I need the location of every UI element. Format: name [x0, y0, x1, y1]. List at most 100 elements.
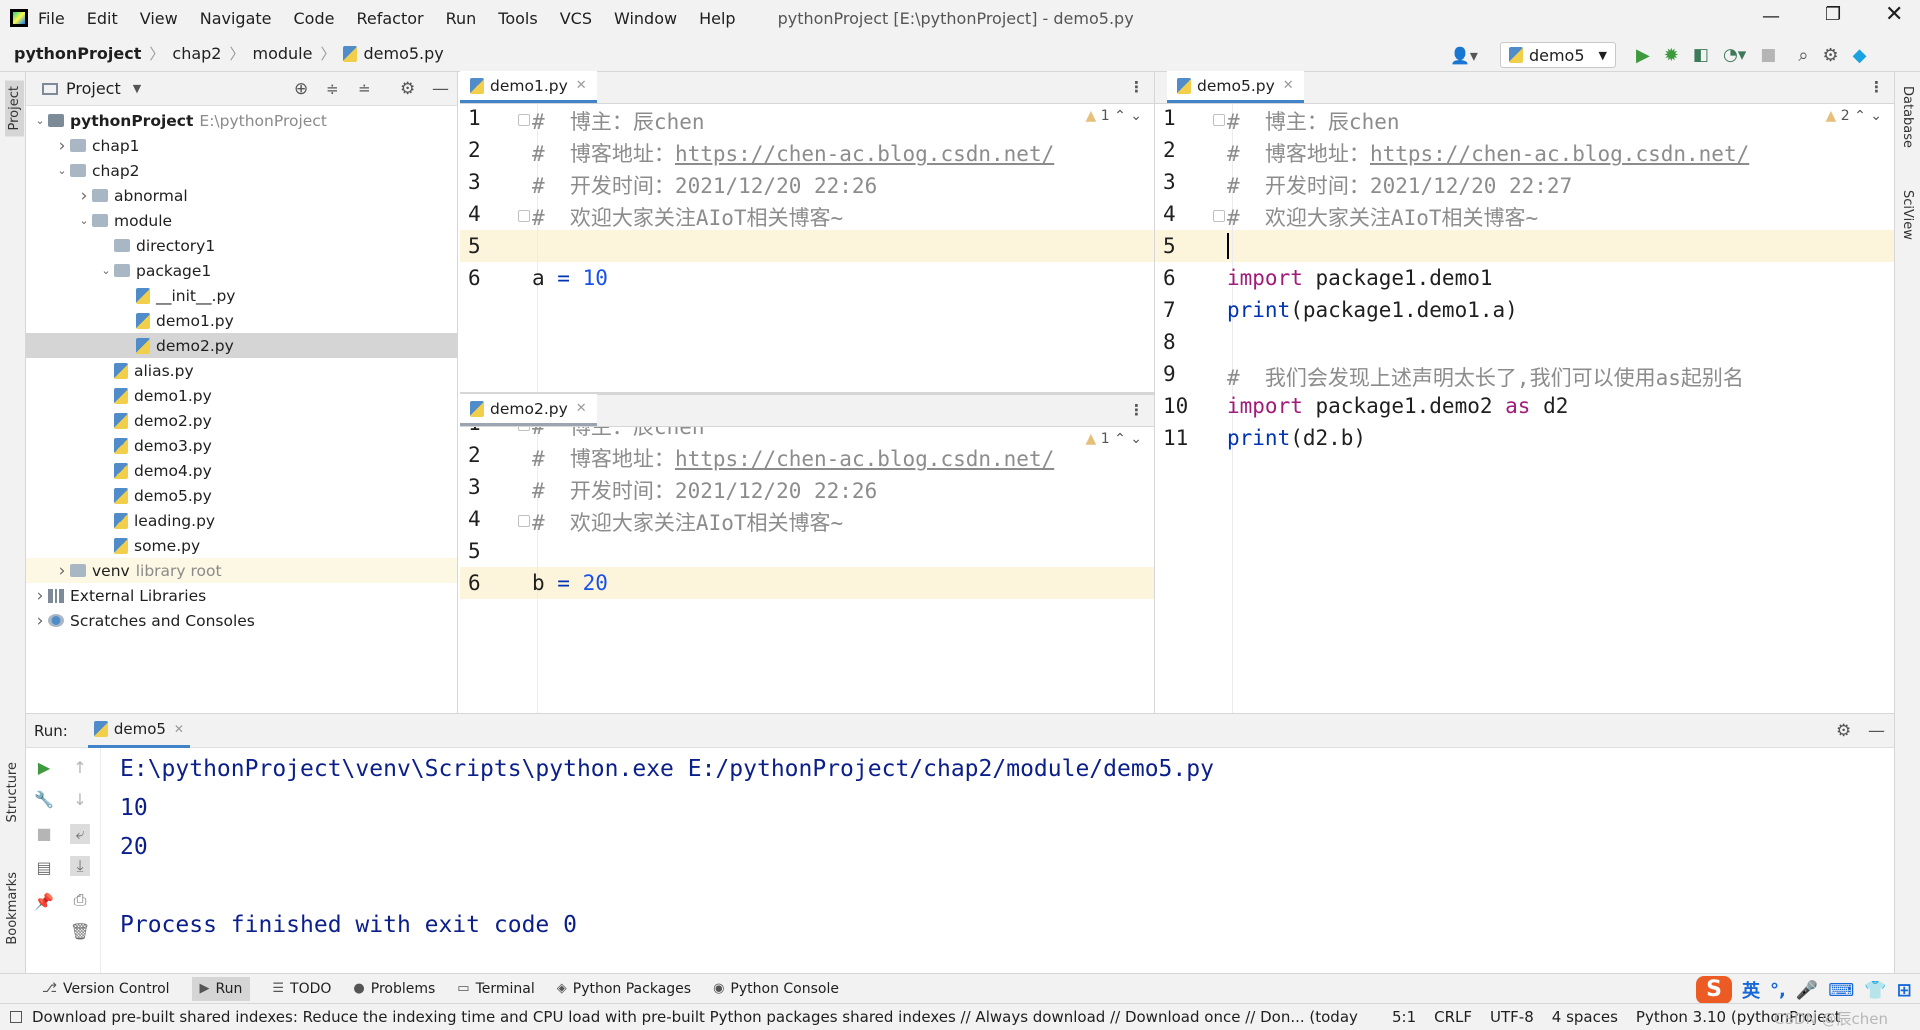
- user-icon[interactable]: 👤▾: [1450, 46, 1478, 65]
- menu-help[interactable]: Help: [699, 9, 735, 28]
- nav-arrows-icon[interactable]: ⌃ ⌄: [1110, 108, 1142, 124]
- chevron-down-icon[interactable]: ⌄: [32, 114, 48, 127]
- grid-icon[interactable]: ⊞: [1897, 980, 1912, 1001]
- line-separator[interactable]: CRLF: [1434, 1008, 1472, 1026]
- bottom-tab-terminal[interactable]: ▭ Terminal: [457, 981, 534, 997]
- code-area[interactable]: 1 # 博主：辰chen 2 # 博客地址：https://chen-ac.blog.…: [460, 427, 1154, 713]
- soft-wrap-icon[interactable]: ⤶: [70, 824, 90, 844]
- inspection-widget[interactable]: ▲ 1 ⌃ ⌄: [1085, 108, 1142, 124]
- caret-position[interactable]: 5:1: [1392, 1008, 1416, 1026]
- stripe-tab-sciview[interactable]: SciView: [1900, 190, 1915, 240]
- inspection-widget[interactable]: ▲ 2 ⌃ ⌄: [1825, 108, 1882, 124]
- tree-node[interactable]: › venv library root: [26, 558, 457, 583]
- tree-file[interactable]: __init__.py: [26, 283, 457, 308]
- profile-icon[interactable]: ◔▾: [1723, 45, 1746, 65]
- more-icon[interactable]: ⋮: [1129, 401, 1144, 419]
- tree-file[interactable]: demo1.py: [26, 383, 457, 408]
- tab-demo5[interactable]: demo5.py ✕: [1167, 71, 1304, 103]
- code-area[interactable]: 1 # 博主：辰chen 2 # 博客地址：https://chen-ac.blog.…: [1155, 104, 1894, 713]
- fold-marker-icon[interactable]: [518, 114, 530, 126]
- close-tab-icon[interactable]: ✕: [576, 78, 587, 93]
- run-tab-demo5[interactable]: demo5 ✕: [87, 714, 190, 748]
- indent-setting[interactable]: 4 spaces: [1552, 1008, 1618, 1026]
- gear-icon[interactable]: ⚙: [400, 79, 415, 99]
- inspection-widget[interactable]: ▲ 1 ⌃ ⌄: [1085, 431, 1142, 447]
- fold-marker-icon[interactable]: [518, 427, 530, 431]
- minimize-button[interactable]: —: [1762, 6, 1780, 27]
- tree-file[interactable]: leading.py: [26, 508, 457, 533]
- chevron-down-icon[interactable]: ▼: [133, 82, 141, 95]
- bottom-tab-python-packages[interactable]: ◈ Python Packages: [557, 981, 691, 997]
- menu-code[interactable]: Code: [294, 9, 335, 28]
- scroll-end-icon[interactable]: ⤓: [70, 856, 90, 876]
- ime-mode[interactable]: 英: [1742, 977, 1760, 1003]
- chevron-right-icon[interactable]: ›: [32, 611, 48, 631]
- update-icon[interactable]: ◆: [1853, 45, 1867, 66]
- fold-marker-icon[interactable]: [518, 210, 530, 222]
- tree-node[interactable]: ⌄ module: [26, 208, 457, 233]
- gear-icon[interactable]: ⚙: [1836, 721, 1851, 741]
- tree-file[interactable]: demo2.py: [26, 333, 457, 358]
- breadcrumb-project[interactable]: pythonProject: [14, 44, 141, 63]
- menu-vcs[interactable]: VCS: [560, 9, 592, 28]
- nav-arrows-icon[interactable]: ⌃ ⌄: [1850, 108, 1882, 124]
- tree-node[interactable]: ⌄ package1: [26, 258, 457, 283]
- tree-node[interactable]: ⌄ pythonProject E:\pythonProject: [26, 108, 457, 133]
- tree-node[interactable]: ⌄ chap2: [26, 158, 457, 183]
- project-view-label[interactable]: Project: [66, 79, 121, 98]
- tree-file[interactable]: some.py: [26, 533, 457, 558]
- chevron-right-icon[interactable]: ›: [54, 561, 70, 581]
- menu-edit[interactable]: Edit: [87, 9, 118, 28]
- chevron-down-icon[interactable]: ⌄: [98, 264, 114, 277]
- tab-demo1[interactable]: demo1.py ✕: [460, 71, 597, 103]
- keyboard-icon[interactable]: ⌨: [1828, 980, 1854, 1001]
- code-area[interactable]: 1 # 博主：辰chen 2 # 博客地址：https://chen-ac.blog.…: [460, 104, 1154, 392]
- collapse-all-icon[interactable]: ≐: [358, 80, 371, 98]
- tree-file[interactable]: demo2.py: [26, 408, 457, 433]
- tree-file[interactable]: demo3.py: [26, 433, 457, 458]
- tree-node[interactable]: › Scratches and Consoles: [26, 608, 457, 633]
- layout-icon[interactable]: ▤: [34, 858, 54, 878]
- more-icon[interactable]: ⋮: [1129, 78, 1144, 96]
- debug-icon[interactable]: ✹: [1664, 45, 1679, 66]
- arrow-down-icon[interactable]: ↓: [70, 790, 90, 810]
- bottom-tab-version-control[interactable]: ⎇ Version Control: [42, 981, 170, 997]
- fold-marker-icon[interactable]: [518, 515, 530, 527]
- print-icon[interactable]: ⎙: [70, 890, 90, 910]
- tree-node[interactable]: directory1: [26, 233, 457, 258]
- stripe-tab-structure[interactable]: Structure: [5, 762, 20, 822]
- skin-icon[interactable]: 👕: [1864, 980, 1886, 1001]
- menu-run[interactable]: Run: [446, 9, 477, 28]
- status-message[interactable]: Download pre-built shared indexes: Reduc…: [32, 1008, 1362, 1026]
- chevron-right-icon[interactable]: ›: [54, 136, 70, 156]
- more-icon[interactable]: ⋮: [1869, 78, 1884, 96]
- file-encoding[interactable]: UTF-8: [1490, 1008, 1534, 1026]
- maximize-button[interactable]: ❐: [1825, 4, 1841, 25]
- settings-icon[interactable]: ⚙: [1822, 45, 1838, 66]
- chevron-down-icon[interactable]: ⌄: [76, 214, 92, 227]
- run-config-select[interactable]: demo5 ▼: [1499, 42, 1616, 68]
- arrow-up-icon[interactable]: ↑: [70, 758, 90, 778]
- chevron-down-icon[interactable]: ⌄: [54, 164, 70, 177]
- menu-refactor[interactable]: Refactor: [356, 9, 423, 28]
- locate-icon[interactable]: ⊕: [294, 79, 308, 99]
- search-icon[interactable]: ⌕: [1798, 45, 1808, 66]
- tree-file[interactable]: alias.py: [26, 358, 457, 383]
- expand-all-icon[interactable]: ≑: [326, 80, 339, 98]
- mic-icon[interactable]: 🎤: [1796, 980, 1818, 1001]
- nav-arrows-icon[interactable]: ⌃ ⌄: [1110, 431, 1142, 447]
- close-tab-icon[interactable]: ✕: [576, 401, 587, 416]
- trash-icon[interactable]: 🗑: [70, 922, 90, 942]
- coverage-icon[interactable]: ◧: [1693, 45, 1709, 65]
- hide-icon[interactable]: —: [1868, 721, 1885, 741]
- close-tab-icon[interactable]: ✕: [1283, 78, 1294, 93]
- tree-node[interactable]: › chap1: [26, 133, 457, 158]
- tab-demo2[interactable]: demo2.py ✕: [460, 394, 597, 426]
- chevron-right-icon[interactable]: ›: [32, 586, 48, 606]
- menu-view[interactable]: View: [140, 9, 178, 28]
- hide-icon[interactable]: —: [432, 79, 449, 99]
- menu-tools[interactable]: Tools: [498, 9, 537, 28]
- bottom-tab-run[interactable]: ▶ Run: [191, 976, 251, 1001]
- close-tab-icon[interactable]: ✕: [174, 722, 184, 736]
- status-square-icon[interactable]: [10, 1011, 22, 1023]
